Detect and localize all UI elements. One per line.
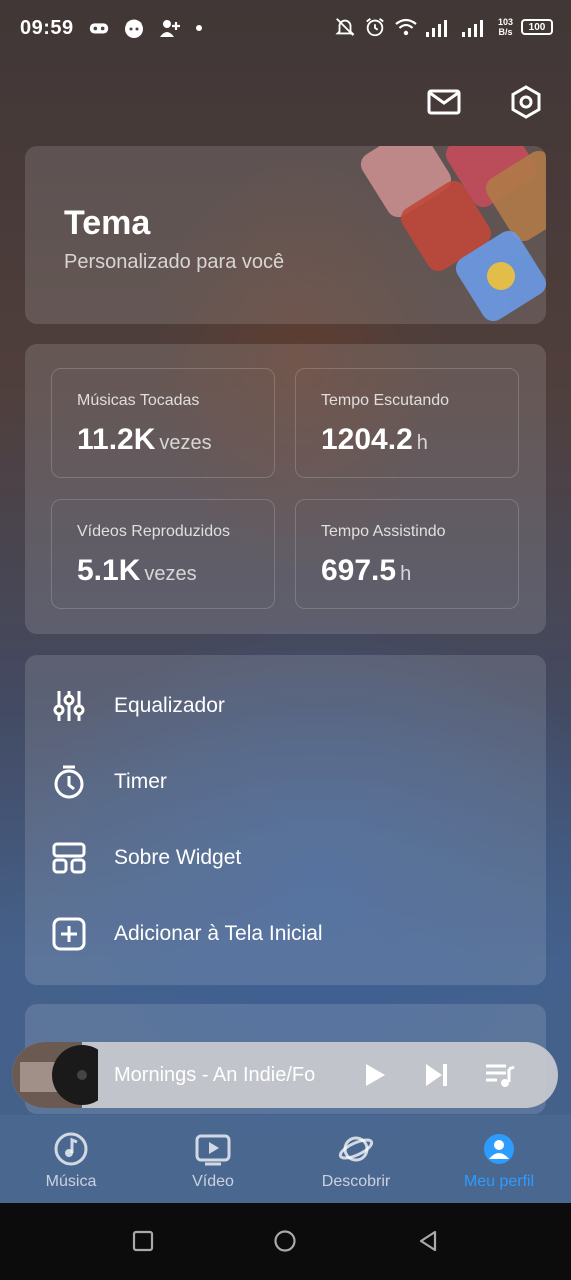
add-square-icon: [52, 917, 86, 951]
signal-icon-2: [461, 20, 483, 37]
gamepad-icon: [89, 23, 109, 34]
now-playing-title[interactable]: Mornings - An Indie/Fo: [114, 1064, 344, 1087]
stat-label: Tempo Escutando: [321, 392, 450, 409]
stats-card: Músicas Tocadas 11.2K vezes Tempo Escutan…: [25, 344, 546, 634]
status-left-icons: [88, 16, 204, 40]
nav-label: Meu perfil: [463, 1173, 535, 1190]
stat-label: Tempo Assistindo: [321, 523, 446, 540]
stat-watching-time[interactable]: Tempo Assistindo 697.5 h: [295, 499, 519, 609]
stat-value: 11.2K vezes: [77, 423, 212, 457]
stat-value: 1204.2 h: [321, 423, 428, 457]
music-disc-icon: [54, 1132, 88, 1166]
back-icon[interactable]: [416, 1229, 440, 1253]
stat-number: 1204.2: [321, 423, 413, 456]
nav-label: Música: [45, 1173, 97, 1190]
status-bar: 09:59 103 B/s 100: [0, 0, 571, 58]
stat-unit: h: [416, 432, 428, 454]
mail-icon[interactable]: [426, 84, 462, 120]
battery-indicator: 100: [521, 19, 553, 35]
mini-player[interactable]: Mornings - An Indie/Fo: [12, 1042, 558, 1108]
theme-subtitle: Personalizado para você: [64, 251, 285, 273]
nav-label: Vídeo: [192, 1173, 234, 1190]
nav-profile[interactable]: Meu perfil: [428, 1115, 570, 1203]
home-icon[interactable]: [273, 1229, 297, 1253]
tools-menu-card: Equalizador Timer Sobre Widget Adicionar…: [25, 655, 546, 985]
nav-music[interactable]: Música: [0, 1115, 142, 1203]
dot-icon: [196, 25, 202, 31]
stat-value: 5.1K vezes: [77, 554, 197, 588]
status-time: 09:59: [20, 17, 74, 39]
bell-off-icon: [335, 18, 355, 36]
nav-label: Descobrir: [321, 1173, 391, 1190]
nav-video[interactable]: Vídeo: [142, 1115, 284, 1203]
menu-item-label: Equalizador: [114, 694, 225, 717]
recents-icon[interactable]: [131, 1229, 155, 1253]
stat-unit: vezes: [144, 563, 197, 585]
stat-songs-played[interactable]: Músicas Tocadas 11.2K vezes: [51, 368, 275, 478]
menu-item-label: Sobre Widget: [114, 846, 242, 869]
menu-item-add-home[interactable]: Adicionar à Tela Inicial: [25, 903, 546, 965]
stat-number: 5.1K: [77, 554, 141, 587]
settings-hexagon-icon[interactable]: [508, 84, 544, 120]
timer-icon: [54, 765, 84, 799]
stat-videos-played[interactable]: Vídeos Reproduzidos 5.1K vezes: [51, 499, 275, 609]
nav-discover[interactable]: Descobrir: [285, 1115, 427, 1203]
stat-unit: h: [400, 563, 412, 585]
battery-level: 100: [528, 21, 546, 33]
theme-card[interactable]: Tema Personalizado para você: [25, 146, 546, 324]
system-navigation-bar: [0, 1203, 571, 1280]
stat-label: Vídeos Reproduzidos: [77, 523, 230, 540]
album-art-image: [12, 1042, 98, 1108]
menu-item-timer[interactable]: Timer: [25, 751, 546, 813]
profile-icon: [484, 1134, 514, 1164]
stat-unit: vezes: [159, 432, 212, 454]
network-speed-unit: B/s: [498, 27, 513, 37]
video-play-icon: [195, 1134, 231, 1166]
stat-value: 697.5 h: [321, 554, 411, 588]
alarm-icon: [366, 18, 384, 37]
menu-item-label: Adicionar à Tela Inicial: [114, 922, 323, 945]
bottom-navigation: Música Vídeo Descobrir Meu perfil: [0, 1115, 571, 1203]
network-speed: 103 B/s: [498, 17, 513, 37]
menu-item-label: Timer: [114, 770, 167, 793]
skip-next-icon[interactable]: [420, 1059, 452, 1091]
network-speed-value: 103: [497, 17, 513, 27]
theme-title: Tema: [64, 204, 151, 242]
signal-icon: [425, 20, 447, 37]
menu-item-widget[interactable]: Sobre Widget: [25, 827, 546, 889]
stat-number: 697.5: [321, 554, 397, 587]
planet-icon: [338, 1136, 374, 1162]
stat-label: Músicas Tocadas: [77, 392, 200, 409]
playlist-icon[interactable]: [484, 1059, 516, 1091]
widget-icon: [52, 842, 86, 874]
wifi-icon: [395, 18, 417, 36]
stat-listening-time[interactable]: Tempo Escutando 1204.2 h: [295, 368, 519, 478]
status-right-icons: 103 B/s 100: [334, 16, 553, 38]
add-person-icon: [160, 20, 180, 37]
equalizer-icon: [53, 691, 85, 721]
face-icon: [125, 19, 143, 38]
stat-number: 11.2K: [77, 423, 156, 456]
album-art[interactable]: [12, 1042, 98, 1108]
menu-item-equalizer[interactable]: Equalizador: [25, 675, 546, 737]
play-icon[interactable]: [358, 1059, 390, 1091]
